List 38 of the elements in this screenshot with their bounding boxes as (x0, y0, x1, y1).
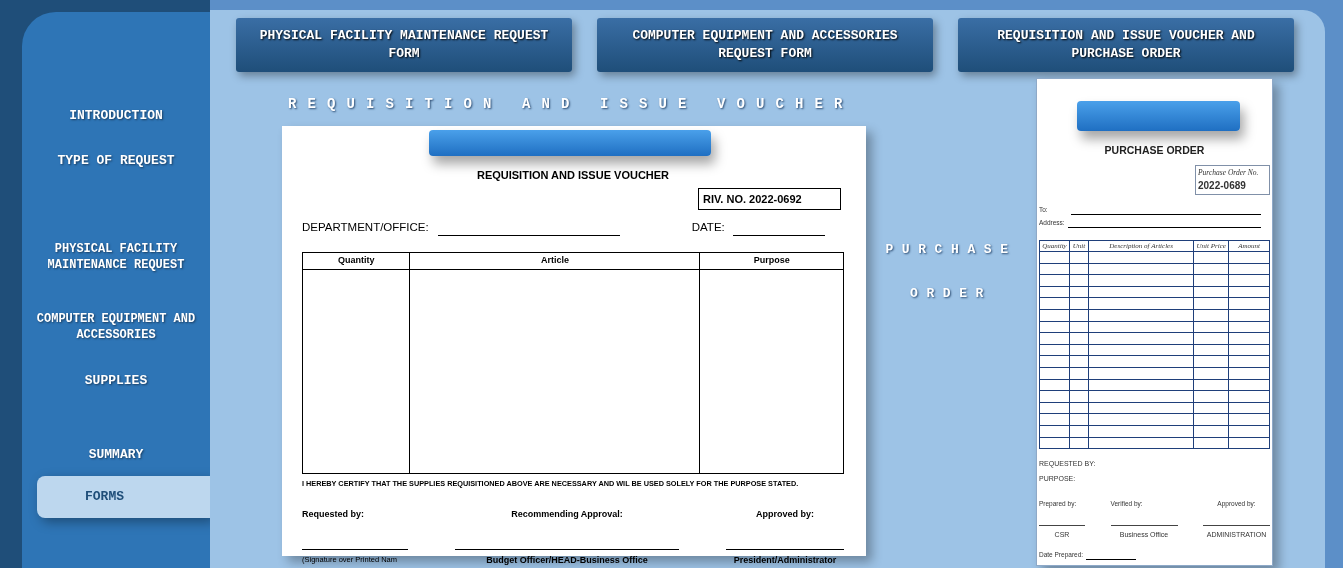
column-header: Quantity (302, 252, 410, 270)
field-label: DATE: (691, 220, 725, 235)
form-button[interactable]: REQUISITION AND ISSUE VOUCHER AND PURCHASE ORDER (958, 18, 1294, 72)
section-label: PURCHASE (885, 241, 1017, 259)
signature-line[interactable] (726, 549, 844, 551)
signatory-role: Requested by: (302, 507, 364, 521)
nav-item[interactable]: INTRODUCTION (22, 108, 210, 124)
fill-in-line[interactable] (437, 235, 620, 237)
signature-line[interactable] (1039, 524, 1085, 526)
column-header: Purpose (699, 252, 844, 270)
nav-item[interactable]: SUPPLIES (22, 373, 210, 389)
order-number: 2022-0689 (1198, 179, 1247, 193)
signatory-role: Recommending Approval: (511, 507, 623, 521)
signature-line[interactable] (1203, 524, 1270, 526)
nav-item[interactable]: FORMS (37, 476, 210, 518)
signatory-name: President/Administrator (733, 554, 837, 568)
fill-in-line[interactable] (1067, 226, 1261, 228)
nav-item[interactable]: SUMMARY (22, 447, 210, 463)
nav-item[interactable]: PHYSICAL FACILITY MAINTENANCE REQUEST (30, 241, 202, 273)
fill-in-line[interactable] (732, 235, 825, 237)
column-header: Article (409, 252, 700, 270)
section-label: ORDER (910, 284, 992, 303)
section-heading: REQUISITION AND ISSUE VOUCHER (288, 95, 855, 114)
signature-line[interactable] (302, 549, 408, 551)
signature-line[interactable] (455, 549, 679, 551)
nav-item[interactable]: COMPUTER EQUIPMENT AND ACCESSORIES (36, 311, 196, 343)
fill-in-line[interactable] (1071, 213, 1261, 215)
form-button[interactable]: PHYSICAL FACILITY MAINTENANCE REQUEST FORM (236, 18, 572, 72)
signatory-name: Budget Officer/HEAD-Business Office (486, 554, 648, 568)
fill-in-line[interactable] (1086, 559, 1137, 561)
signature-line[interactable] (1110, 524, 1178, 526)
voucher-number: RIV. NO. 2022-0692 (698, 187, 841, 210)
nav-item[interactable]: TYPE OF REQUEST (22, 153, 210, 169)
document-title: PURCHASE ORDER (1103, 143, 1206, 158)
document-title: REQUISITION AND ISSUE VOUCHER (475, 168, 671, 183)
signatory-role: Approved by: (756, 507, 814, 521)
field-label: DEPARTMENT/OFFICE: (302, 220, 429, 235)
form-button[interactable]: COMPUTER EQUIPMENT AND ACCESSORIES REQUEST FORM (597, 18, 933, 72)
